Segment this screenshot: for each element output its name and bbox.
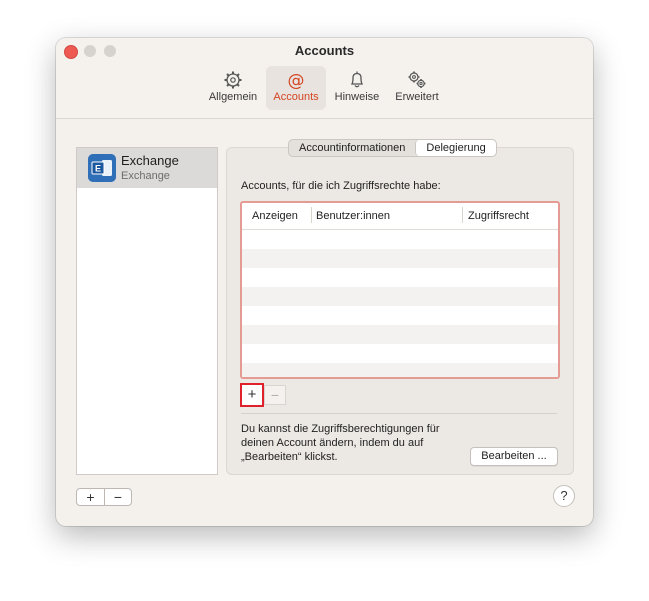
tab-label: Accounts: [273, 91, 319, 103]
table-row: [242, 363, 558, 377]
tab-label: Erweitert: [395, 91, 439, 103]
remove-delegate-button[interactable]: −: [264, 385, 286, 405]
table-row: [242, 325, 558, 344]
gears-icon: [408, 71, 426, 88]
table-row: [242, 287, 558, 306]
delegation-table[interactable]: Anzeigen Benutzer:innen Zugriffsrecht: [240, 201, 560, 379]
titlebar: Accounts Allgemein @ Accounts Hinweise E…: [56, 38, 593, 119]
accounts-window: Accounts Allgemein @ Accounts Hinweise E…: [56, 38, 593, 526]
tab-hinweise[interactable]: Hinweise: [330, 66, 384, 110]
edit-button[interactable]: Bearbeiten ...: [470, 447, 558, 466]
table-row: [242, 249, 558, 268]
tab-delegierung[interactable]: Delegierung: [415, 140, 496, 156]
svg-text:@: @: [288, 71, 305, 90]
account-type: Exchange: [121, 170, 170, 182]
exchange-icon: E: [88, 154, 116, 182]
tab-label: Hinweise: [334, 91, 380, 103]
svg-text:E: E: [95, 164, 101, 174]
column-header-zugriffsrecht[interactable]: Zugriffsrecht: [468, 210, 529, 222]
bell-icon: [350, 71, 364, 88]
add-delegate-button[interactable]: +: [240, 383, 264, 407]
table-row: [242, 268, 558, 287]
divider: [241, 413, 557, 414]
table-row: [242, 230, 558, 249]
help-button[interactable]: ?: [553, 485, 575, 507]
column-header-benutzer[interactable]: Benutzer:innen: [316, 210, 390, 222]
column-divider: [311, 207, 312, 223]
add-account-button[interactable]: +: [76, 488, 105, 506]
detail-segmented-control: Accountinformationen Delegierung: [288, 139, 497, 157]
tab-label: Allgemein: [208, 91, 258, 103]
delegation-note: Du kannst die Zugriffsberechtigungen für…: [241, 423, 440, 463]
table-row: [242, 306, 558, 325]
column-divider: [462, 207, 463, 223]
account-name: Exchange: [121, 153, 179, 168]
tab-accounts[interactable]: @ Accounts: [266, 66, 326, 110]
tab-accountinformationen[interactable]: Accountinformationen: [289, 140, 415, 156]
tab-erweitert[interactable]: Erweitert: [389, 66, 445, 110]
account-item-exchange[interactable]: E Exchange Exchange: [77, 148, 217, 188]
remove-account-button[interactable]: −: [104, 488, 132, 506]
accounts-list[interactable]: E Exchange Exchange: [76, 147, 218, 475]
window-title: Accounts: [294, 43, 355, 58]
at-sign-icon: @: [288, 71, 305, 90]
delegation-caption: Accounts, für die ich Zugriffsrechte hab…: [241, 180, 441, 192]
column-header-anzeigen[interactable]: Anzeigen: [252, 210, 298, 222]
table-header: Anzeigen Benutzer:innen Zugriffsrecht: [242, 203, 558, 230]
gear-icon: [224, 71, 242, 89]
table-row: [242, 344, 558, 363]
tab-allgemein[interactable]: Allgemein: [204, 66, 262, 110]
